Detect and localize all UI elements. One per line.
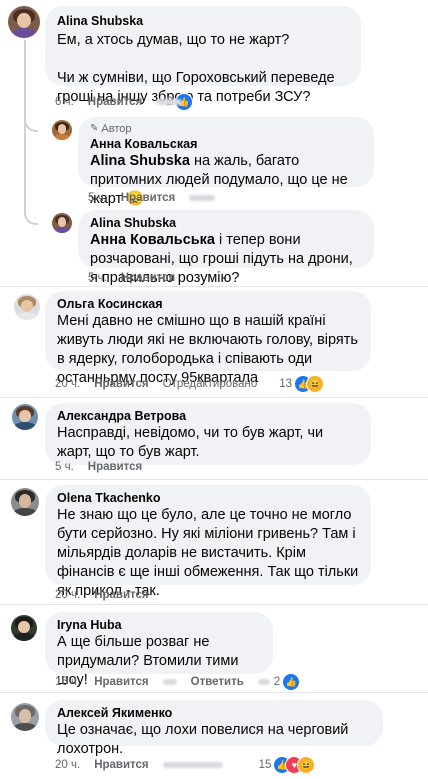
- like-button[interactable]: Нравится: [121, 272, 175, 284]
- like-button[interactable]: Нравится: [94, 589, 148, 601]
- comment-actions: 6 ч. Нравится 2 👍: [55, 93, 193, 111]
- mention-link[interactable]: Анна Ковальська: [90, 232, 215, 248]
- avatar[interactable]: [52, 120, 72, 140]
- comment-author[interactable]: Ольга Косинская: [57, 296, 359, 312]
- comment-actions: 5 ч. Нравится: [55, 459, 142, 475]
- comment-text: Це означає, що лохи повелися на черговий…: [57, 722, 349, 757]
- comment-actions: 5 ч. Нравится: [88, 270, 175, 286]
- haha-face-icon: 😆: [297, 756, 316, 774]
- comment-bubble: Olena Tkachenko Не знаю що це було, але …: [45, 485, 371, 599]
- comment-time[interactable]: 20 ч.: [55, 759, 80, 771]
- hidden-action: [162, 679, 177, 685]
- like-button[interactable]: Нравится: [121, 192, 175, 204]
- thread-line: [24, 128, 26, 210]
- comment-bubble: Александра Ветрова Насправді, невідомо, …: [45, 403, 371, 465]
- like-button[interactable]: Нравится: [88, 461, 142, 473]
- comment-bubble: Ольга Косинская Мені давно не смішно що …: [45, 291, 371, 386]
- thread-connector: [24, 205, 38, 225]
- comment-time[interactable]: 6 ч.: [55, 96, 74, 108]
- divider: [0, 479, 428, 480]
- comment-time[interactable]: 5 ч.: [88, 192, 107, 204]
- comment-time[interactable]: 20 ч.: [55, 589, 80, 601]
- like-button[interactable]: Нравится: [94, 676, 148, 688]
- author-badge: ✎ Автор: [90, 122, 362, 136]
- comment-bubble: Iryna Huba А ще більше розваг не придума…: [45, 612, 273, 688]
- hidden-action: [257, 679, 270, 685]
- edited-label: Отредактировано: [162, 378, 258, 390]
- avatar[interactable]: [11, 488, 39, 516]
- comment-time[interactable]: 5 ч.: [88, 272, 107, 284]
- like-button[interactable]: Нравится: [94, 378, 148, 390]
- reaction-icons[interactable]: 👍: [282, 673, 301, 691]
- comment-actions: 20 ч. Нравится: [55, 587, 149, 603]
- comment-time[interactable]: 5 ч.: [55, 461, 74, 473]
- avatar[interactable]: [11, 615, 37, 641]
- comment-author[interactable]: Olena Tkachenko: [57, 490, 359, 506]
- comment-actions: 16 ч. Нравится Ответить 2 👍: [55, 673, 301, 691]
- haha-face-icon: 😆: [306, 375, 325, 393]
- hidden-action: [189, 195, 216, 201]
- comment-author[interactable]: Александра Ветрова: [57, 408, 359, 424]
- mention-link[interactable]: Alina Shubska: [90, 153, 190, 169]
- comment-author[interactable]: Iryna Huba: [57, 617, 261, 633]
- pen-icon: ✎: [90, 123, 99, 134]
- like-button[interactable]: Нравится: [94, 759, 148, 771]
- thread-connector: [24, 112, 38, 132]
- reaction-count[interactable]: 2: [274, 676, 280, 688]
- comment-author[interactable]: Alina Shubska: [90, 215, 362, 231]
- hidden-action: [162, 762, 223, 768]
- avatar[interactable]: [52, 213, 72, 233]
- thumbs-up-icon: 👍: [282, 673, 301, 691]
- reaction-icons[interactable]: 👍 ♥ 😆: [273, 756, 316, 774]
- reply-bubble: Alina Shubska Анна Ковальська і тепер во…: [78, 210, 374, 286]
- comment-author[interactable]: Анна Ковальская: [90, 136, 362, 152]
- reaction-count[interactable]: 15: [259, 759, 272, 771]
- reply-button[interactable]: Ответить: [191, 676, 244, 688]
- avatar[interactable]: [14, 294, 40, 320]
- avatar[interactable]: [12, 404, 38, 430]
- divider: [0, 397, 428, 398]
- avatar[interactable]: [11, 703, 39, 731]
- reaction-count[interactable]: 13: [279, 378, 292, 390]
- reply-bubble: ✎ Автор Анна Ковальская Alina Shubska на…: [78, 117, 374, 207]
- comment-actions: 20 ч. Нравится Отредактировано 13 👍 😆: [55, 375, 325, 393]
- comment-actions: 5 ч. Нравится: [88, 190, 216, 206]
- comment-time[interactable]: 20 ч.: [55, 378, 80, 390]
- comment-bubble: Алексей Якименко Це означає, що лохи пов…: [45, 700, 383, 757]
- avatar[interactable]: [8, 6, 40, 38]
- divider: [0, 286, 428, 287]
- like-button[interactable]: Нравится: [88, 96, 142, 108]
- hidden-action: [156, 99, 183, 105]
- comment-bubble: Alina Shubska Ем, а хтось думав, що то н…: [45, 6, 361, 105]
- divider: [0, 604, 428, 605]
- comment-actions: 20 ч. Нравится 15 👍 ♥ 😆: [55, 756, 316, 774]
- comment-time[interactable]: 16 ч.: [55, 676, 80, 688]
- comment-text: Насправді, невідомо, чи то був жарт, чи …: [57, 425, 324, 460]
- reaction-icons[interactable]: 👍 😆: [294, 375, 325, 393]
- comment-author[interactable]: Alina Shubska: [57, 13, 349, 29]
- divider: [0, 692, 428, 693]
- author-badge-label: Автор: [101, 123, 132, 135]
- comment-author[interactable]: Алексей Якименко: [57, 705, 371, 721]
